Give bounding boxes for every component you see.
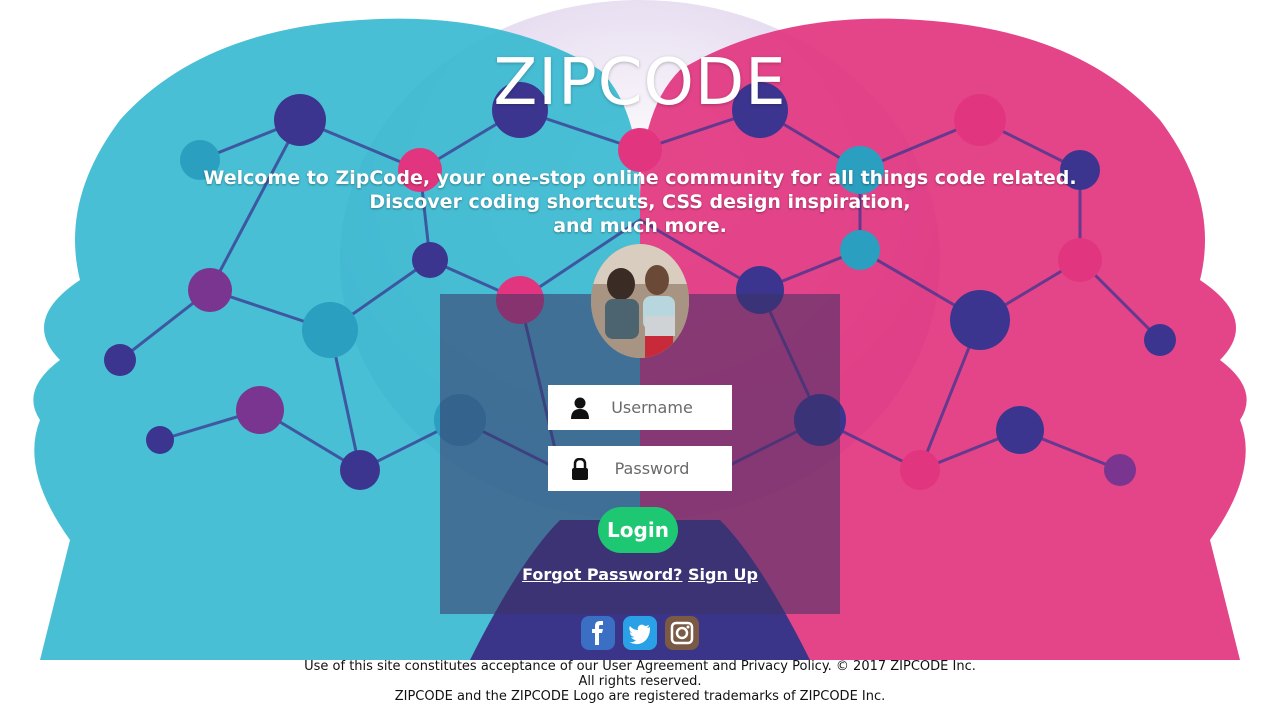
page-title: ZIPCODE [493, 46, 787, 120]
sign-up-link[interactable]: Sign Up [688, 565, 758, 584]
facebook-button[interactable] [581, 616, 615, 650]
facebook-icon [592, 621, 603, 645]
twitter-icon [629, 624, 650, 645]
avatar [591, 244, 689, 358]
password-placeholder: Password [614, 459, 690, 478]
username-placeholder: Username [611, 398, 693, 417]
account-links: Forgot Password? Sign Up [440, 565, 840, 584]
footer-legal: Use of this site constitutes acceptance … [304, 659, 976, 674]
username-field[interactable]: Username [548, 385, 732, 430]
tagline-line-1: Welcome to ZipCode, your one-stop online… [203, 167, 1077, 189]
instagram-icon [670, 621, 694, 645]
footer: Use of this site constitutes acceptance … [0, 659, 1280, 704]
tagline-line-2: Discover coding shortcuts, CSS design in… [369, 191, 911, 213]
welcome-tagline: Welcome to ZipCode, your one-stop online… [0, 166, 1280, 238]
twitter-button[interactable] [623, 616, 657, 650]
forgot-password-link[interactable]: Forgot Password? [522, 565, 682, 584]
tagline-line-3: and much more. [553, 215, 727, 237]
avatar-photo [591, 244, 689, 358]
password-field[interactable]: Password [548, 446, 732, 491]
footer-trademark: ZIPCODE and the ZIPCODE Logo are registe… [394, 689, 886, 704]
footer-rights: All rights reserved. [578, 674, 702, 689]
instagram-button[interactable] [665, 616, 699, 650]
login-button[interactable]: Login [598, 507, 678, 553]
